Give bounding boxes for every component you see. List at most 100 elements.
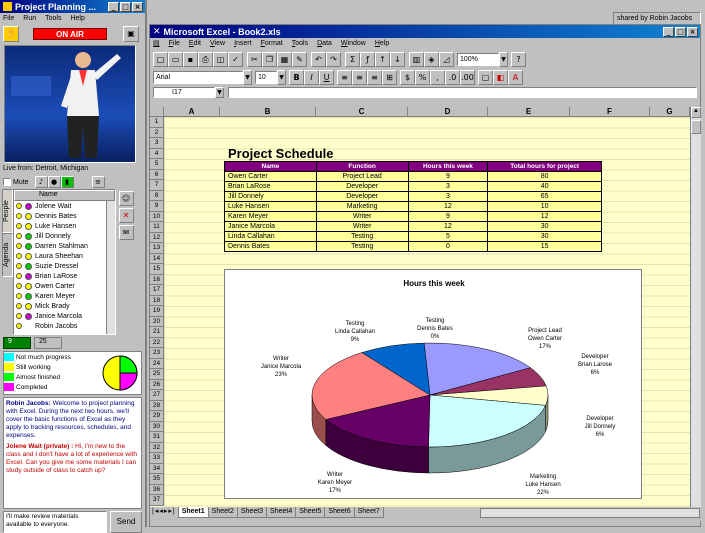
row-header[interactable]: 13 [150, 243, 164, 254]
row-header[interactable]: 18 [150, 295, 164, 306]
scroll-thumb[interactable] [691, 120, 701, 134]
table-cell[interactable]: 30 [487, 221, 602, 232]
menu-help[interactable]: Help [70, 15, 84, 22]
chat-input[interactable]: I'll make review materials available to … [3, 511, 107, 533]
excel-close-button[interactable]: × [687, 26, 698, 37]
help-icon[interactable]: ? [511, 51, 526, 67]
menu-data[interactable]: Data [317, 38, 332, 50]
table-cell[interactable]: 3 [407, 181, 489, 192]
percent-icon[interactable]: % [415, 69, 430, 85]
send-button[interactable]: Send [110, 511, 142, 533]
row-header[interactable]: 22 [150, 337, 164, 348]
row-header[interactable]: 27 [150, 390, 164, 401]
close-button[interactable]: × [132, 1, 143, 12]
preview-icon[interactable]: ◫ [213, 51, 228, 67]
col-header-g[interactable]: G [650, 107, 690, 117]
row-header[interactable]: 10 [150, 211, 164, 222]
table-cell[interactable]: 12 [407, 221, 489, 232]
open-icon[interactable]: ▭ [168, 51, 183, 67]
font-dropdown-icon[interactable]: ▼ [243, 69, 252, 85]
table-cell[interactable]: 5 [407, 231, 489, 242]
tab-people[interactable]: People [2, 189, 13, 233]
participant-row[interactable]: Owen Carter [16, 281, 106, 291]
table-cell[interactable]: Developer [315, 181, 409, 192]
table-cell[interactable]: 12 [487, 211, 602, 222]
row-header[interactable]: 34 [150, 463, 164, 474]
table-cell[interactable]: Karen Meyer [224, 211, 317, 222]
row-header[interactable]: 26 [150, 379, 164, 390]
row-header[interactable]: 28 [150, 400, 164, 411]
table-cell[interactable]: 40 [487, 181, 602, 192]
row-header[interactable]: 36 [150, 484, 164, 495]
row-header[interactable]: 20 [150, 316, 164, 327]
maximize-button[interactable]: □ [120, 1, 131, 12]
tab-nav-icons[interactable]: |◂◂▸▸| [150, 507, 178, 515]
format-painter-icon[interactable]: ✎ [292, 51, 307, 67]
sheet-tab[interactable]: Sheet3 [236, 507, 268, 518]
table-cell[interactable]: 65 [487, 191, 602, 202]
sheet-tab[interactable]: Sheet7 [353, 507, 384, 518]
sheet-tab[interactable]: Sheet2 [207, 507, 238, 518]
name-box-dropdown-icon[interactable]: ▼ [215, 87, 224, 98]
redo-icon[interactable]: ↷ [326, 51, 341, 67]
scroll-up-icon[interactable]: ▲ [691, 107, 701, 118]
row-header[interactable]: 2 [150, 127, 164, 138]
copy-icon[interactable]: ❐ [262, 51, 277, 67]
participant-row[interactable]: Luke Hansen [16, 221, 106, 231]
menu-file[interactable]: File [169, 38, 180, 50]
hand-icon[interactable]: ✋ [3, 26, 19, 42]
col-header-b[interactable]: B [220, 107, 316, 117]
table-cell[interactable]: Brian LaRose [224, 181, 317, 192]
participant-row[interactable]: Jill Donnely [16, 231, 106, 241]
formula-input[interactable] [228, 87, 697, 98]
font-select[interactable]: Arial [153, 70, 243, 84]
row-header[interactable]: 4 [150, 148, 164, 159]
cut-icon[interactable]: ✂ [247, 51, 262, 67]
zoom-dropdown-icon[interactable]: ▼ [499, 51, 508, 67]
font-size-select[interactable]: 10 [255, 70, 277, 84]
list-scrollbar[interactable] [106, 201, 115, 334]
sheet-tab[interactable]: Sheet5 [295, 507, 326, 518]
menu-help[interactable]: Help [375, 38, 389, 50]
table-cell[interactable]: 9 [407, 171, 489, 182]
fill-color-icon[interactable]: ◧ [493, 69, 508, 85]
table-cell[interactable]: Luke Hansen [224, 201, 317, 212]
sheet-tab[interactable]: Sheet4 [266, 507, 297, 518]
row-header[interactable]: 35 [150, 474, 164, 485]
row-header[interactable]: 8 [150, 190, 164, 201]
increase-decimal-icon[interactable]: .0 [445, 69, 460, 85]
bold-icon[interactable]: B [289, 69, 304, 85]
row-header[interactable]: 37 [150, 495, 164, 506]
comma-icon[interactable]: , [430, 69, 445, 85]
print-icon[interactable]: ⎙ [198, 51, 213, 67]
menu-insert[interactable]: Insert [234, 38, 252, 50]
menu-window[interactable]: Window [341, 38, 366, 50]
settings-icon[interactable]: ≡ [91, 176, 105, 188]
chart-object[interactable]: Hours this week Project Lead Owen Carter 17… [224, 269, 642, 499]
table-cell[interactable]: Linda Callahan [224, 231, 317, 242]
menu-file[interactable]: File [3, 15, 14, 22]
name-box[interactable]: I17 [153, 87, 215, 98]
participant-row[interactable]: Laura Sheehan [16, 251, 106, 261]
row-header[interactable]: 19 [150, 306, 164, 317]
volume-icon[interactable]: ▮ [60, 176, 74, 188]
table-cell[interactable]: Dennis Bates [224, 241, 317, 252]
row-header[interactable]: 31 [150, 432, 164, 443]
tab-agenda[interactable]: Agenda [2, 233, 13, 277]
font-color-icon[interactable]: A [508, 69, 523, 85]
row-header[interactable]: 25 [150, 369, 164, 380]
row-header[interactable]: 15 [150, 264, 164, 275]
row-header[interactable]: 3 [150, 138, 164, 149]
add-person-icon[interactable]: ☺ [118, 191, 134, 206]
mute-checkbox[interactable] [3, 178, 11, 186]
table-cell[interactable]: 0 [407, 241, 489, 252]
row-header[interactable]: 16 [150, 274, 164, 285]
save-icon[interactable]: ▪ [183, 51, 198, 67]
participant-row[interactable]: Dennis Bates [16, 211, 106, 221]
paste-icon[interactable]: ▦ [277, 51, 292, 67]
table-cell[interactable]: Janice Marcola [224, 221, 317, 232]
function-icon[interactable]: ƒ [360, 51, 375, 67]
participant-row[interactable]: Darren Stahlman [16, 241, 106, 251]
row-header[interactable]: 1 [150, 117, 164, 128]
row-header[interactable]: 7 [150, 180, 164, 191]
